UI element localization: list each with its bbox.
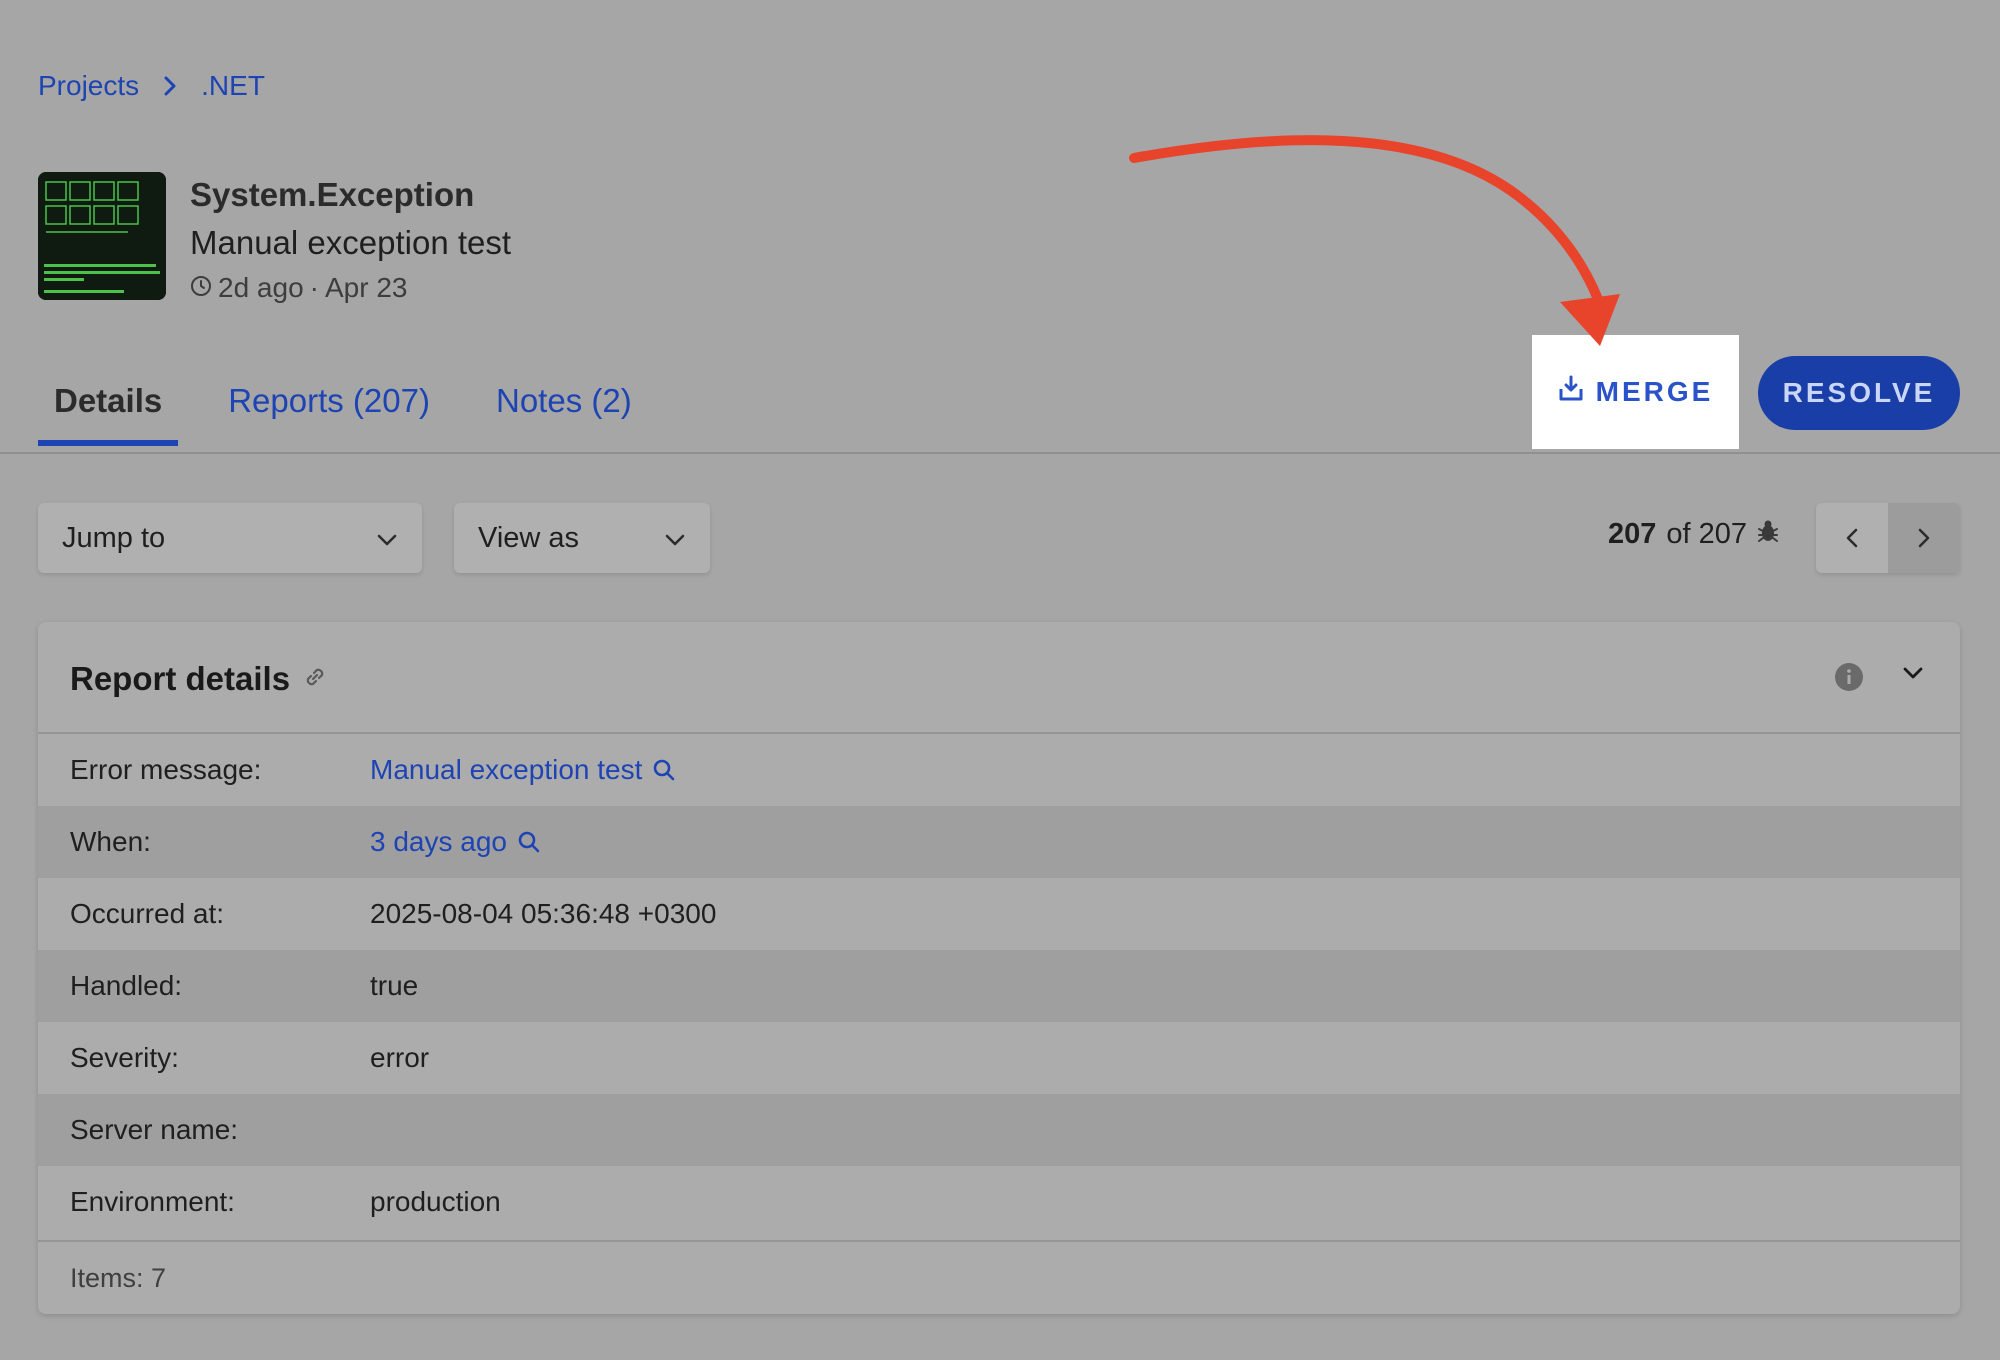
row-label: Environment:	[70, 1186, 235, 1217]
row-label: Error message:	[70, 754, 262, 785]
clock-icon	[190, 272, 212, 304]
breadcrumb-dotnet-link[interactable]: .NET	[201, 70, 265, 102]
tab-reports[interactable]: Reports (207)	[212, 372, 446, 444]
project-thumbnail	[38, 172, 166, 300]
view-as-label: View as	[478, 521, 580, 554]
tab-notes[interactable]: Notes (2)	[480, 372, 648, 444]
merge-icon	[1558, 375, 1584, 410]
table-row: Environment: production	[38, 1166, 1960, 1238]
chevron-down-icon	[376, 522, 398, 555]
report-details-card: Report details Error message: Manual exc…	[38, 622, 1960, 1314]
report-pager	[1816, 503, 1960, 573]
report-details-heading: Report details	[70, 660, 291, 697]
chevron-down-icon	[664, 522, 686, 555]
resolve-button[interactable]: RESOLVE	[1758, 356, 1960, 430]
row-value: error	[370, 1042, 430, 1073]
counter-total: of 207	[1666, 518, 1748, 550]
error-class-title: System.Exception	[190, 176, 475, 213]
chevron-right-icon	[163, 75, 177, 97]
chevron-right-icon	[1918, 528, 1930, 548]
counter-current: 207	[1608, 518, 1657, 550]
row-value: true	[370, 970, 419, 1001]
row-label: Occurred at:	[70, 898, 225, 929]
row-label: Handled:	[70, 970, 183, 1001]
row-value: production	[370, 1186, 501, 1217]
bug-icon	[1757, 518, 1779, 551]
table-row: Severity: error	[38, 1022, 1960, 1094]
items-count: Items: 7	[38, 1240, 1960, 1314]
breadcrumb-projects-link[interactable]: Projects	[38, 70, 139, 102]
merge-label: MERGE	[1595, 376, 1714, 407]
previous-report-button[interactable]	[1816, 503, 1888, 573]
search-icon	[654, 759, 675, 781]
info-icon[interactable]	[1834, 662, 1864, 697]
table-row: Occurred at: 2025-08-04 05:36:48 +0300	[38, 878, 1960, 950]
tabs-divider	[0, 452, 2000, 454]
table-row: When: 3 days ago	[38, 806, 1960, 878]
row-value: 3 days ago	[370, 826, 507, 857]
tab-details[interactable]: Details	[38, 372, 179, 446]
table-row: Server name:	[38, 1094, 1960, 1166]
tab-bar: Details Reports (207) Notes (2)	[38, 372, 682, 446]
view-as-select[interactable]: View as	[454, 503, 710, 573]
link-icon[interactable]	[302, 660, 328, 698]
report-counter: 207 of 207	[1608, 518, 1779, 551]
row-value: Manual exception test	[370, 754, 643, 785]
time-ago: 2d ago	[218, 272, 304, 303]
error-message-subtitle: Manual exception test	[190, 224, 512, 261]
chevron-left-icon	[1846, 528, 1858, 548]
collapse-chevron-icon[interactable]	[1902, 666, 1924, 685]
meta-separator: ·	[309, 272, 319, 303]
row-value: 2025-08-04 05:36:48 +0300	[370, 898, 717, 929]
when-search-link[interactable]: 3 days ago	[370, 826, 541, 858]
next-report-button[interactable]	[1888, 503, 1960, 573]
row-label: Severity:	[70, 1042, 179, 1073]
card-header: Report details	[38, 622, 1960, 734]
table-row: Error message: Manual exception test	[38, 734, 1960, 806]
table-row: Handled: true	[38, 950, 1960, 1022]
search-icon	[518, 831, 540, 853]
card-title: Report details	[70, 660, 328, 698]
error-message-search-link[interactable]: Manual exception test	[370, 754, 676, 786]
timestamp-meta: 2d ago · Apr 23	[190, 272, 407, 304]
row-label: When:	[70, 826, 151, 857]
annotation-arrow	[1129, 135, 1620, 346]
breadcrumb: Projects .NET	[38, 70, 265, 102]
row-label: Server name:	[70, 1114, 239, 1145]
merge-button[interactable]: MERGE	[1558, 375, 1714, 410]
date: Apr 23	[324, 272, 408, 303]
jump-to-label: Jump to	[62, 521, 166, 554]
jump-to-select[interactable]: Jump to	[38, 503, 422, 573]
